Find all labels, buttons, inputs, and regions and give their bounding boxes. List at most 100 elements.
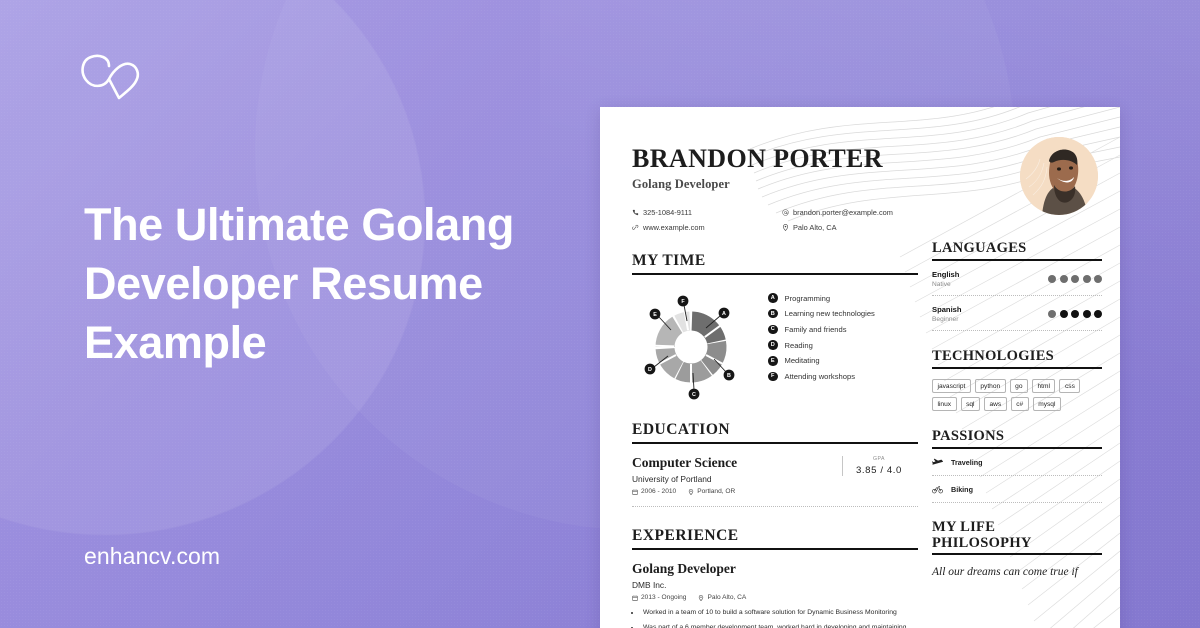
tech-tag: mysql	[1032, 397, 1061, 411]
experience-bullet: Worked in a team of 10 to build a softwa…	[641, 608, 918, 619]
education-location-value: Portland, OR	[697, 488, 736, 496]
section-title-philosophy: MY LIFE PHILOSOPHY	[932, 519, 1102, 556]
legend-badge: E	[768, 356, 778, 366]
tech-tag: c#	[1010, 397, 1029, 411]
contact-phone-value: 325-1084-9111	[643, 208, 693, 218]
tech-tag: css	[1059, 379, 1081, 393]
contact-location-value: Palo Alto, CA	[793, 223, 837, 233]
language-item: English Native	[932, 261, 1102, 295]
language-rating-dots	[1048, 275, 1102, 283]
divider	[932, 330, 1102, 331]
education-dates: 2006 - 2010	[632, 488, 676, 495]
tech-tag: html	[1032, 379, 1056, 393]
contact-location[interactable]: Palo Alto, CA	[782, 223, 918, 232]
my-time-donut-chart: A B C D E F	[632, 289, 750, 401]
legend-badge: F	[768, 371, 778, 382]
resume-main-column: BRANDON PORTER Golang Developer 325-1084…	[600, 107, 918, 628]
experience-company: DMB Inc.	[632, 580, 667, 591]
link-icon	[632, 225, 639, 230]
svg-text:E: E	[653, 312, 657, 318]
svg-text:B: B	[727, 373, 731, 379]
legend-badge: A	[768, 293, 778, 303]
education-school: University of Portland	[632, 474, 712, 485]
svg-text:D: D	[648, 367, 652, 373]
legend-item: A Programming	[768, 293, 875, 303]
my-time-legend: A Programming B Learning new technologie…	[768, 289, 875, 387]
section-philosophy: MY LIFE PHILOSOPHY All our dreams can co…	[932, 519, 1102, 580]
tech-tag: python	[974, 379, 1006, 393]
passion-label: Biking	[951, 485, 973, 494]
education-entry: Computer Science University of Portland …	[632, 444, 737, 495]
phone-icon	[632, 210, 639, 216]
legend-badge: B	[768, 308, 778, 319]
education-degree: Computer Science	[632, 455, 738, 471]
section-my-time: MY TIME A B C D E F A Programming B Lear…	[632, 252, 918, 401]
section-title-experience: EXPERIENCE	[632, 527, 918, 551]
section-title-education: EDUCATION	[632, 421, 918, 445]
legend-label: Family and friends	[784, 324, 847, 334]
experience-dates: 2013 - Ongoing	[632, 594, 686, 601]
legend-label: Reading	[784, 340, 813, 350]
language-level: Native	[932, 281, 951, 288]
legend-label: Programming	[784, 293, 831, 303]
legend-item: E Meditating	[768, 356, 875, 366]
bicycle-icon	[932, 486, 943, 494]
svg-text:A: A	[722, 311, 726, 317]
contact-website-value: www.example.com	[643, 223, 705, 233]
education-dates-value: 2006 - 2010	[641, 488, 677, 496]
experience-entry: Golang Developer DMB Inc. 2013 - Ongoing	[632, 561, 918, 628]
contact-phone[interactable]: 325-1084-9111	[632, 208, 782, 217]
section-title-my-time: MY TIME	[632, 252, 918, 276]
section-title-languages: LANGUAGES	[932, 240, 1102, 261]
location-pin-icon	[699, 594, 704, 601]
resume-preview-card[interactable]: BRANDON PORTER Golang Developer 325-1084…	[600, 107, 1120, 628]
language-name: Spanish	[932, 305, 962, 314]
section-experience: EXPERIENCE Golang Developer DMB Inc. 201…	[632, 527, 918, 628]
language-name: English	[932, 270, 960, 279]
language-level: Beginner	[932, 316, 959, 323]
language-item: Spanish Beginner	[932, 296, 1102, 330]
page-title: The Ultimate Golang Developer Resume Exa…	[84, 199, 514, 368]
legend-badge: C	[768, 324, 778, 335]
experience-dates-value: 2013 - Ongoing	[641, 594, 687, 602]
candidate-name: BRANDON PORTER	[632, 144, 883, 173]
candidate-role: Golang Developer	[632, 177, 730, 192]
legend-label: Attending workshops	[784, 371, 856, 381]
experience-bullet: Was part of a 6 member development team,…	[641, 623, 918, 628]
education-gpa: GPA 3.85 / 4.0	[841, 456, 902, 477]
education-location: Portland, OR	[688, 488, 735, 495]
contact-email[interactable]: brandon.porter@example.com	[782, 208, 918, 217]
tech-tag: linux	[932, 397, 957, 411]
section-passions: PASSIONS Traveling Biking	[932, 428, 1102, 503]
section-title-passions: PASSIONS	[932, 428, 1102, 449]
svg-text:C: C	[692, 392, 696, 398]
legend-item: F Attending workshops	[768, 371, 875, 382]
divider	[932, 502, 1102, 503]
tech-tag: aws	[984, 397, 1007, 411]
contact-website[interactable]: www.example.com	[632, 223, 782, 232]
section-languages: LANGUAGES English Native Spanish Beginne…	[932, 240, 1102, 331]
calendar-icon	[632, 595, 638, 601]
enhancv-infinity-logo-icon	[78, 52, 144, 108]
gpa-value: 3.85 / 4.0	[855, 465, 902, 477]
experience-job-title: Golang Developer	[632, 561, 736, 577]
resume-sidebar-column: LANGUAGES English Native Spanish Beginne…	[918, 107, 1120, 628]
location-pin-icon	[689, 488, 694, 495]
gpa-label: GPA	[872, 456, 886, 463]
section-education: EDUCATION Computer Science University of…	[632, 421, 918, 508]
calendar-icon	[632, 489, 638, 495]
passion-label: Traveling	[951, 458, 983, 467]
language-rating-dots	[1048, 310, 1102, 318]
tech-tag: sql	[960, 397, 980, 411]
airplane-icon	[932, 458, 943, 465]
experience-bullets: Worked in a team of 10 to build a softwa…	[632, 608, 918, 628]
philosophy-quote: All our dreams can come true if	[932, 566, 1078, 579]
section-technologies: TECHNOLOGIES javascript python go html c…	[932, 348, 1102, 411]
legend-item: B Learning new technologies	[768, 308, 875, 319]
passion-item: Biking	[932, 476, 1102, 502]
experience-location: Palo Alto, CA	[698, 594, 746, 601]
experience-location-value: Palo Alto, CA	[707, 594, 747, 602]
legend-label: Meditating	[784, 356, 820, 366]
site-url-label: enhancv.com	[84, 543, 221, 569]
passion-item: Traveling	[932, 449, 1102, 475]
